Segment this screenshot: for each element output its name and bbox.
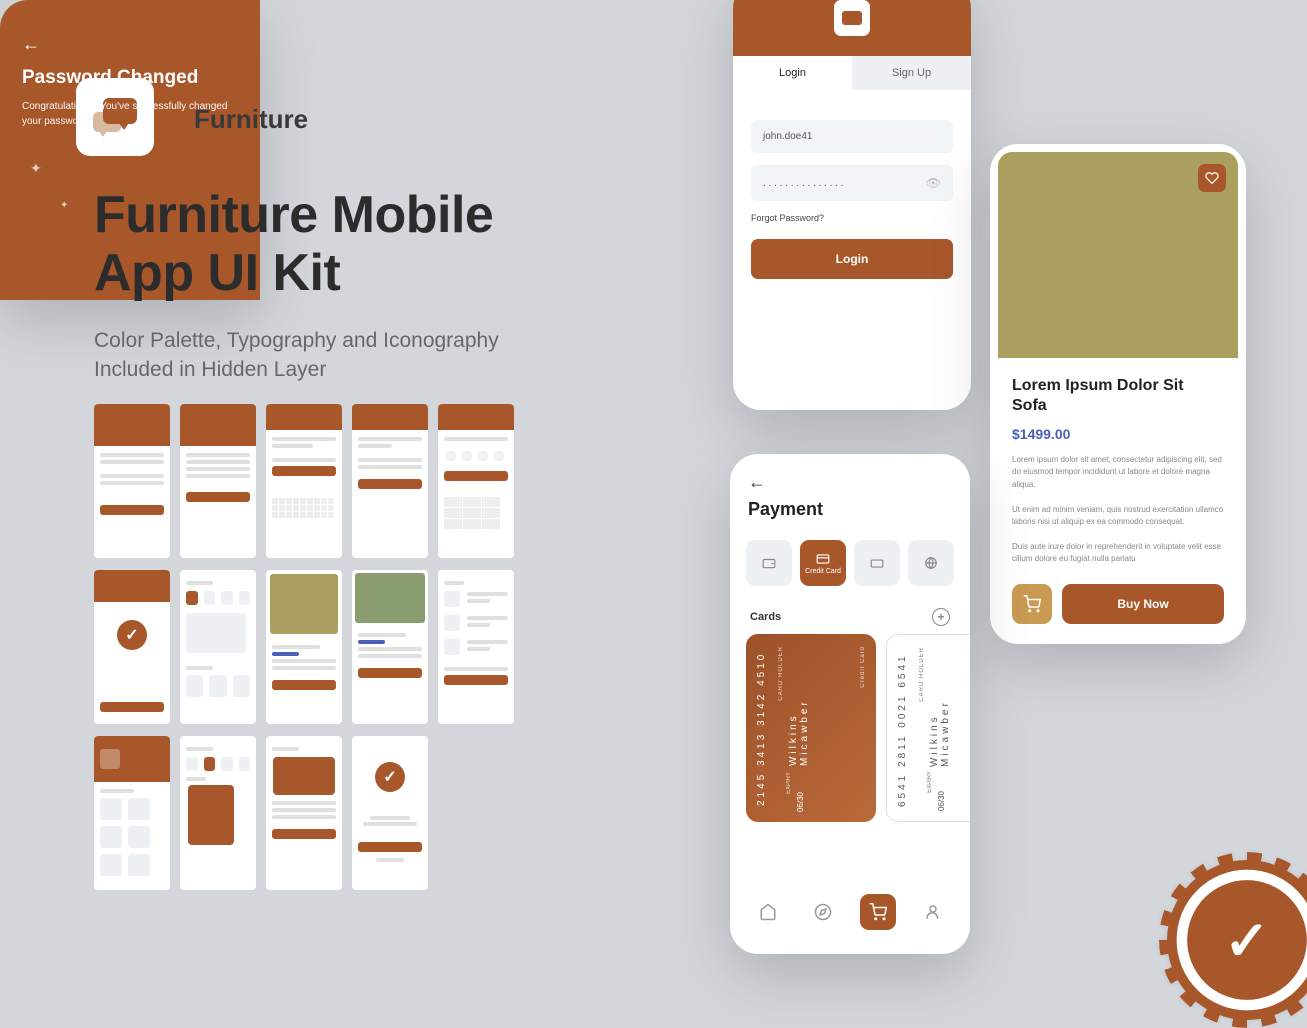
- phone-product-screen: Lorem Ipsum Dolor Sit Sofa $1499.00 Lore…: [990, 144, 1246, 644]
- screen-thumbnails: [94, 404, 524, 902]
- password-changed-subtitle: Congratulations!! You've successfully ch…: [22, 99, 238, 129]
- hero-title-l2: App UI Kit: [94, 244, 340, 302]
- method-web[interactable]: [908, 540, 954, 586]
- hero-sub-l1: Color Palette, Typography and Iconograph…: [94, 329, 499, 352]
- login-button[interactable]: Login: [751, 239, 953, 279]
- eye-icon[interactable]: 👁: [926, 176, 941, 190]
- hero-title: Furniture Mobile App UI Kit: [94, 186, 493, 302]
- sparkle-icon: ✦: [60, 200, 68, 211]
- thumb-profile: [94, 736, 170, 890]
- add-card-button[interactable]: +: [932, 608, 950, 626]
- thumb-product-2: [352, 570, 428, 724]
- thumb-order-complete: [352, 736, 428, 890]
- method-card-alt[interactable]: [854, 540, 900, 586]
- add-to-cart-button[interactable]: [1012, 584, 1052, 624]
- cards-label: Cards: [750, 611, 781, 623]
- method-wallet[interactable]: [746, 540, 792, 586]
- app-logo-mini: [834, 0, 870, 36]
- thumb-payment-2: [266, 736, 342, 890]
- method-credit-card[interactable]: Credit Card: [800, 540, 846, 586]
- thumb-product-1: [266, 570, 342, 724]
- nav-home[interactable]: [750, 894, 786, 930]
- product-image: [998, 152, 1238, 358]
- thumb-password-changed: [94, 570, 170, 724]
- tab-login[interactable]: Login: [733, 56, 852, 90]
- username-input[interactable]: john.doe41: [751, 120, 953, 153]
- card-expiry: 06/30: [796, 792, 805, 812]
- credit-card-2[interactable]: Other 6541 2811 0021 6541 CARD HOLDER Wi…: [886, 634, 970, 822]
- thumb-recover-password: [352, 404, 428, 558]
- buy-now-button[interactable]: Buy Now: [1062, 584, 1224, 624]
- payment-title: Payment: [748, 499, 952, 520]
- thumb-discover: [180, 570, 256, 724]
- favorite-button[interactable]: [1198, 164, 1226, 192]
- nav-explore[interactable]: [805, 894, 841, 930]
- nav-profile[interactable]: [915, 894, 951, 930]
- hero-sub-l2: Included in Hidden Layer: [94, 358, 326, 381]
- product-name: Lorem Ipsum Dolor Sit Sofa: [1012, 376, 1224, 416]
- nav-cart[interactable]: [860, 894, 896, 930]
- phone-login-screen: Login Sign Up john.doe41 . . . . . . . .…: [733, 0, 971, 410]
- thumb-otp: [438, 404, 514, 558]
- thumb-find-account: [266, 404, 342, 558]
- back-button[interactable]: ←: [22, 34, 238, 55]
- card-expiry: 06/30: [937, 791, 946, 811]
- card-holder: Wilkins Micawber: [929, 647, 951, 767]
- thumb-login: [94, 404, 170, 558]
- thumb-payment-1: [180, 736, 256, 890]
- forgot-password-link[interactable]: Forgot Password?: [751, 213, 953, 223]
- back-button[interactable]: ←: [748, 472, 952, 493]
- product-description: Lorem ipsum dolor sit amet, consectetur …: [1012, 454, 1224, 566]
- tab-signup[interactable]: Sign Up: [852, 56, 971, 90]
- credit-card-1[interactable]: Credit Card 2145 3413 3142 4510 CARD HOL…: [746, 634, 876, 822]
- hero-title-l1: Furniture Mobile: [94, 186, 493, 244]
- thumb-cart: [438, 570, 514, 724]
- card-number: 6541 2811 0021 6541: [897, 647, 908, 807]
- card-number: 2145 3413 3142 4510: [756, 646, 767, 806]
- card-holder: Wilkins Micawber: [788, 646, 810, 766]
- phone-payment-screen: ← Payment Credit Card Cards + Credit Car…: [730, 454, 970, 954]
- thumb-signup: [180, 404, 256, 558]
- hero-subtitle: Color Palette, Typography and Iconograph…: [94, 326, 499, 385]
- sparkle-icon: ✦: [30, 160, 42, 177]
- password-input[interactable]: . . . . . . . . . . . . . . . 👁: [751, 165, 953, 201]
- product-price: $1499.00: [1012, 426, 1224, 442]
